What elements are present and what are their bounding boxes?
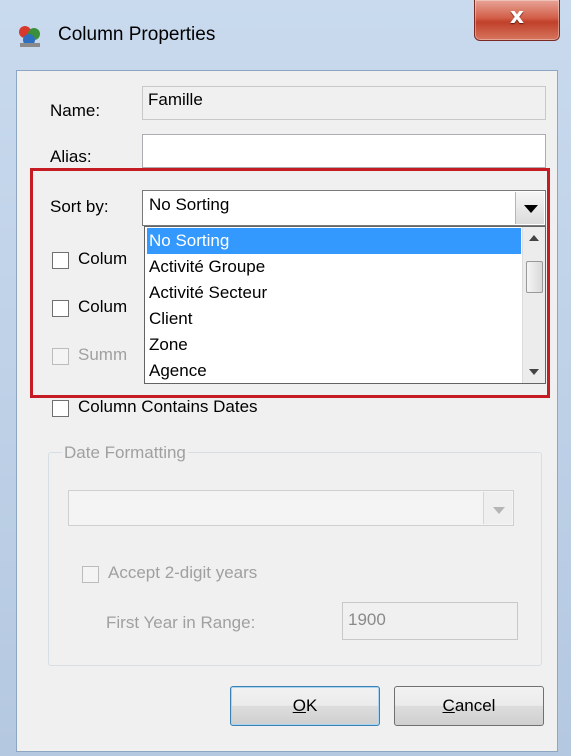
date-formatting-title: Date Formatting: [62, 442, 188, 464]
ok-mnemonic: O: [292, 696, 306, 715]
contains-dates-checkbox[interactable]: [52, 400, 69, 417]
cancel-mnemonic: C: [442, 696, 455, 715]
first-year-input[interactable]: 1900: [342, 602, 518, 640]
close-icon: x: [509, 4, 525, 29]
cancel-label: ancel: [454, 696, 496, 715]
window-title: Column Properties: [58, 24, 216, 45]
app-icon: [19, 26, 40, 47]
date-format-combo[interactable]: [68, 490, 514, 526]
name-field: Famille: [142, 86, 546, 120]
contains-dates-label: Column Contains Dates: [78, 397, 258, 416]
name-label: Name:: [50, 101, 101, 120]
highlight-box: [30, 168, 550, 398]
title-bar[interactable]: Column Properties x: [0, 0, 571, 70]
close-button[interactable]: x: [474, 0, 560, 41]
ok-button[interactable]: OK: [230, 686, 380, 726]
accept-2digit-checkbox[interactable]: [82, 566, 99, 583]
alias-input[interactable]: [142, 134, 546, 168]
first-year-label: First Year in Range:: [106, 613, 256, 632]
chevron-down-icon[interactable]: [483, 492, 512, 524]
ok-label: K: [305, 696, 318, 715]
alias-label: Alias:: [50, 147, 92, 166]
accept-2digit-label: Accept 2-digit years: [108, 563, 258, 582]
cancel-button[interactable]: Cancel: [394, 686, 544, 726]
